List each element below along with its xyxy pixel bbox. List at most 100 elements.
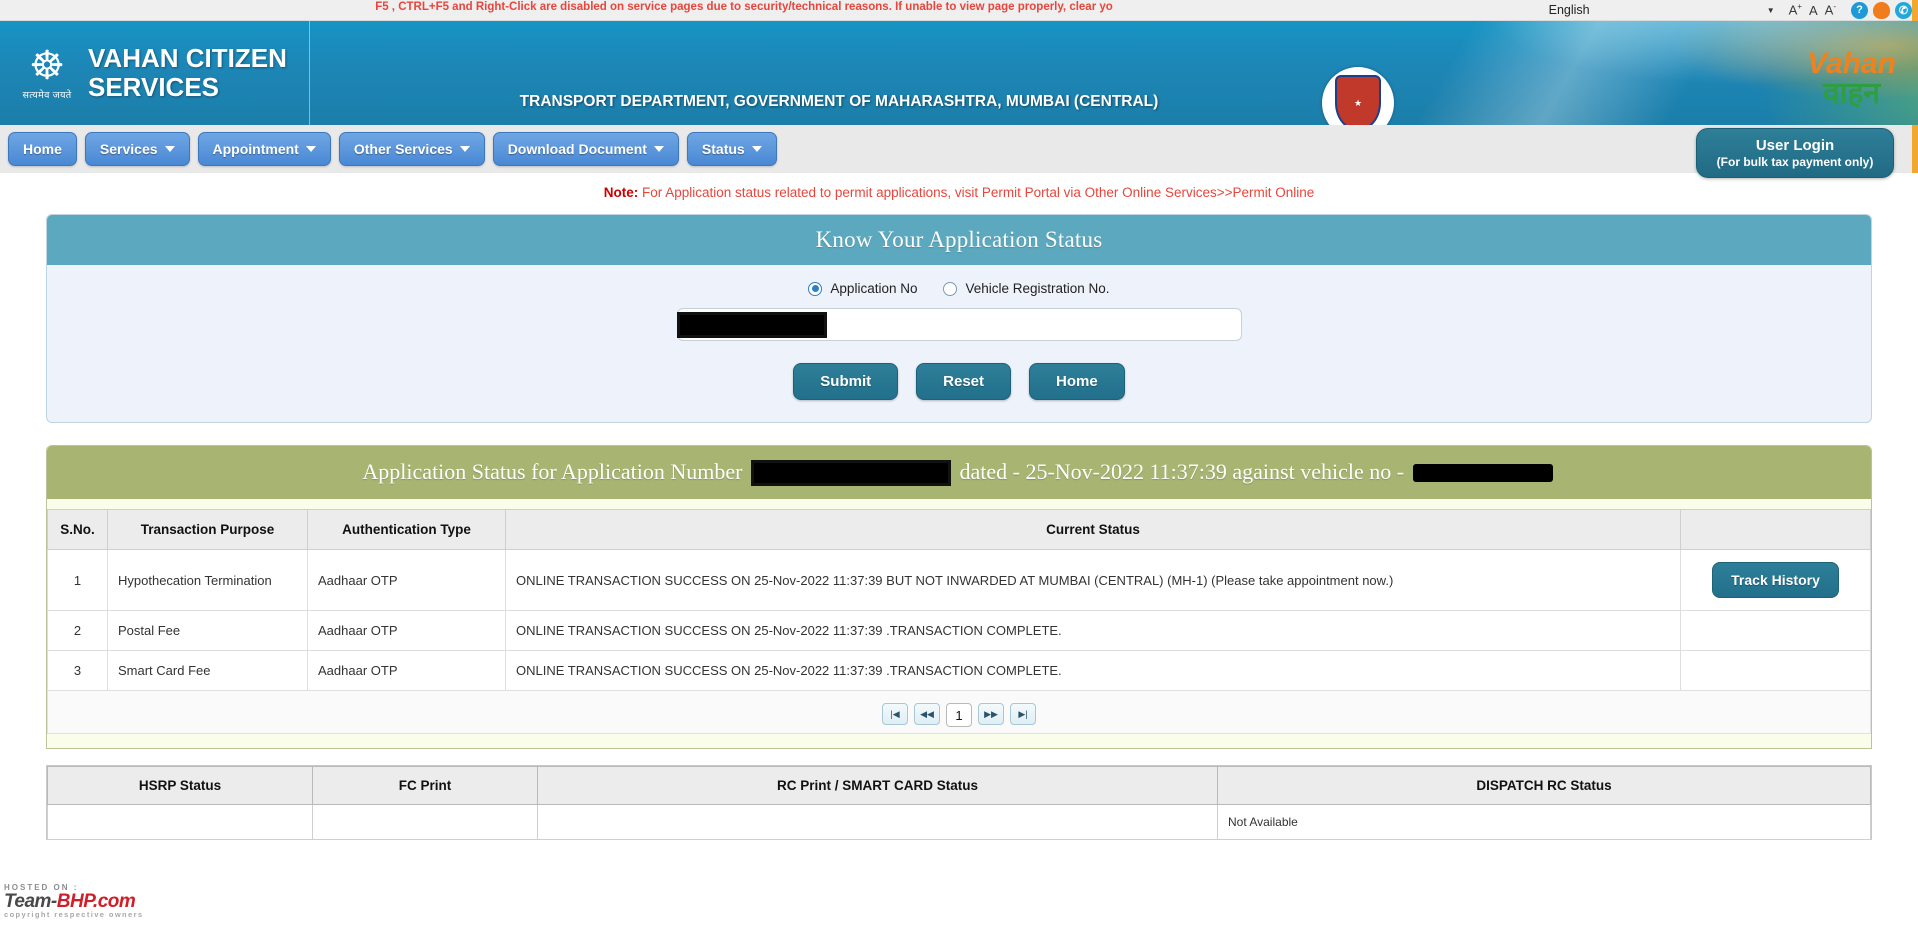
- language-selector[interactable]: English ▼: [1549, 3, 1779, 17]
- chevron-down-icon: [459, 146, 470, 152]
- radio-application-no[interactable]: [808, 281, 823, 296]
- cell-transaction-purpose: Postal Fee: [107, 610, 308, 651]
- watermark-brand-bhp: BHP.com: [56, 891, 136, 912]
- cell-sno: 2: [47, 610, 108, 651]
- panel-title: Know Your Application Status: [47, 215, 1871, 265]
- brand-title-line1: VAHAN CITIZEN: [88, 42, 287, 73]
- table-row: Not Available: [47, 804, 1871, 840]
- cell-fc-print: [312, 804, 538, 840]
- application-status-result: Application Status for Application Numbe…: [46, 445, 1872, 749]
- chevron-down-icon: [164, 146, 175, 152]
- pagination-bar: |◀ ◀◀ 1 ▶▶ ▶|: [47, 691, 1871, 734]
- cell-transaction-purpose: Smart Card Fee: [107, 650, 308, 691]
- column-header-actions: [1680, 509, 1871, 550]
- nav-item-other-services[interactable]: Other Services: [338, 132, 485, 166]
- watermark-copyright: copyright respective owners: [4, 910, 144, 919]
- result-body: S.No. Transaction Purpose Authentication…: [47, 499, 1871, 748]
- help-icon[interactable]: ?: [1851, 1, 1868, 19]
- redacted-application-number: [677, 312, 827, 338]
- font-decrease-button[interactable]: A-: [1825, 2, 1836, 17]
- watermark-brand: Team-BHP.com: [4, 892, 184, 911]
- department-title: TRANSPORT DEPARTMENT, GOVERNMENT OF MAHA…: [519, 93, 1159, 110]
- column-header-current-status: Current Status: [505, 509, 1681, 550]
- nav-item-download-document[interactable]: Download Document: [492, 132, 679, 166]
- panel-body: Application No Vehicle Registration No. …: [47, 265, 1871, 422]
- column-header-dispatch-rc-status: DISPATCH RC Status: [1217, 766, 1871, 805]
- nav-item-home[interactable]: Home: [8, 132, 77, 166]
- table-header-row: HSRP Status FC Print RC Print / SMART CA…: [47, 766, 1871, 805]
- result-banner-prefix: Application Status for Application Numbe…: [362, 459, 743, 484]
- redacted-application-number-banner: [750, 460, 951, 486]
- nav-item-label: Services: [99, 141, 158, 157]
- notification-icon[interactable]: [1873, 1, 1890, 19]
- chevron-down-icon: [653, 146, 664, 152]
- vahan-logo-line1: Vahan: [1807, 47, 1896, 80]
- cell-authentication-type: Aadhaar OTP: [307, 610, 506, 651]
- submit-button[interactable]: Submit: [793, 363, 899, 400]
- reset-button[interactable]: Reset: [916, 363, 1011, 400]
- cell-current-status: ONLINE TRANSACTION SUCCESS ON 25-Nov-202…: [505, 549, 1681, 611]
- user-login-button[interactable]: User Login (For bulk tax payment only): [1696, 128, 1894, 178]
- print-status-section: HSRP Status FC Print RC Print / SMART CA…: [46, 765, 1872, 840]
- page-content: Note: For Application status related to …: [0, 173, 1918, 840]
- cell-dispatch-rc-status: Not Available: [1217, 804, 1871, 840]
- chevron-down-icon: [751, 146, 762, 152]
- cell-authentication-type: Aadhaar OTP: [307, 650, 506, 691]
- search-mode-radio-group: Application No Vehicle Registration No.: [47, 281, 1871, 296]
- radio-vehicle-registration-no[interactable]: [943, 281, 958, 296]
- teambhp-watermark: HOSTED ON : Team-BHP.com copyright respe…: [4, 884, 184, 919]
- nav-item-appointment[interactable]: Appointment: [197, 132, 331, 166]
- table-header-row: S.No. Transaction Purpose Authentication…: [47, 509, 1871, 550]
- nav-item-label: Status: [701, 141, 745, 157]
- pagination-last-button[interactable]: ▶|: [1010, 703, 1036, 725]
- column-header-fc-print: FC Print: [312, 766, 538, 805]
- redacted-vehicle-number: [1412, 464, 1553, 482]
- column-header-sno: S.No.: [47, 509, 108, 550]
- font-size-controls: A+ A A-: [1789, 2, 1836, 17]
- user-login-subtitle: (For bulk tax payment only): [1716, 155, 1874, 169]
- font-normal-button[interactable]: A: [1809, 3, 1818, 18]
- print-status-table: HSRP Status FC Print RC Print / SMART CA…: [47, 766, 1871, 840]
- pagination-current-page[interactable]: 1: [946, 703, 972, 727]
- language-selector-value: English: [1548, 3, 1590, 17]
- track-history-button[interactable]: Track History: [1712, 562, 1839, 598]
- cell-sno: 1: [47, 549, 108, 611]
- column-header-hsrp-status: HSRP Status: [47, 766, 313, 805]
- pagination-controls: |◀ ◀◀ 1 ▶▶ ▶|: [48, 691, 1870, 733]
- permit-note: Note: For Application status related to …: [46, 173, 1872, 214]
- cell-action: Track History: [1680, 549, 1871, 611]
- table-row: 3 Smart Card Fee Aadhaar OTP ONLINE TRAN…: [47, 650, 1871, 691]
- call-icon[interactable]: ✆: [1895, 1, 1912, 19]
- cell-rc-print-smart-card-status: [537, 804, 1218, 840]
- application-number-input-row: [47, 308, 1871, 341]
- chevron-down-icon: ▼: [1766, 5, 1775, 15]
- column-header-rc-print-smart-card-status: RC Print / SMART CARD Status: [537, 766, 1218, 805]
- chevron-down-icon: [305, 146, 316, 152]
- transaction-status-table: S.No. Transaction Purpose Authentication…: [47, 509, 1871, 691]
- cell-authentication-type: Aadhaar OTP: [307, 549, 506, 611]
- cell-transaction-purpose: Hypothecation Termination: [107, 549, 308, 611]
- home-button[interactable]: Home: [1029, 363, 1125, 400]
- result-banner: Application Status for Application Numbe…: [47, 446, 1871, 499]
- pagination-first-button[interactable]: |◀: [882, 703, 908, 725]
- font-increase-button[interactable]: A+: [1789, 2, 1802, 17]
- cell-sno: 3: [47, 650, 108, 691]
- vahan-logo-line2: वाहन: [1823, 77, 1881, 110]
- nav-item-status[interactable]: Status: [686, 132, 777, 166]
- vahan-logo: Vahan वाहन: [1807, 49, 1896, 109]
- permit-note-prefix: Note:: [603, 185, 639, 200]
- table-row: 2 Postal Fee Aadhaar OTP ONLINE TRANSACT…: [47, 610, 1871, 651]
- radio-vehicle-registration-no-label: Vehicle Registration No.: [965, 281, 1110, 296]
- topbar-accent-edge: [1912, 0, 1918, 21]
- cell-action: [1680, 610, 1871, 651]
- nav-item-label: Other Services: [353, 141, 453, 157]
- watermark-brand-team: Team-: [4, 891, 57, 912]
- pagination-prev-button[interactable]: ◀◀: [914, 703, 940, 725]
- cell-hsrp-status: [47, 804, 313, 840]
- pagination-next-button[interactable]: ▶▶: [978, 703, 1004, 725]
- nav-item-label: Home: [23, 141, 62, 157]
- form-actions: Submit Reset Home: [47, 363, 1871, 400]
- cell-current-status: ONLINE TRANSACTION SUCCESS ON 25-Nov-202…: [505, 610, 1681, 651]
- column-header-transaction-purpose: Transaction Purpose: [107, 509, 308, 550]
- nav-item-services[interactable]: Services: [84, 132, 190, 166]
